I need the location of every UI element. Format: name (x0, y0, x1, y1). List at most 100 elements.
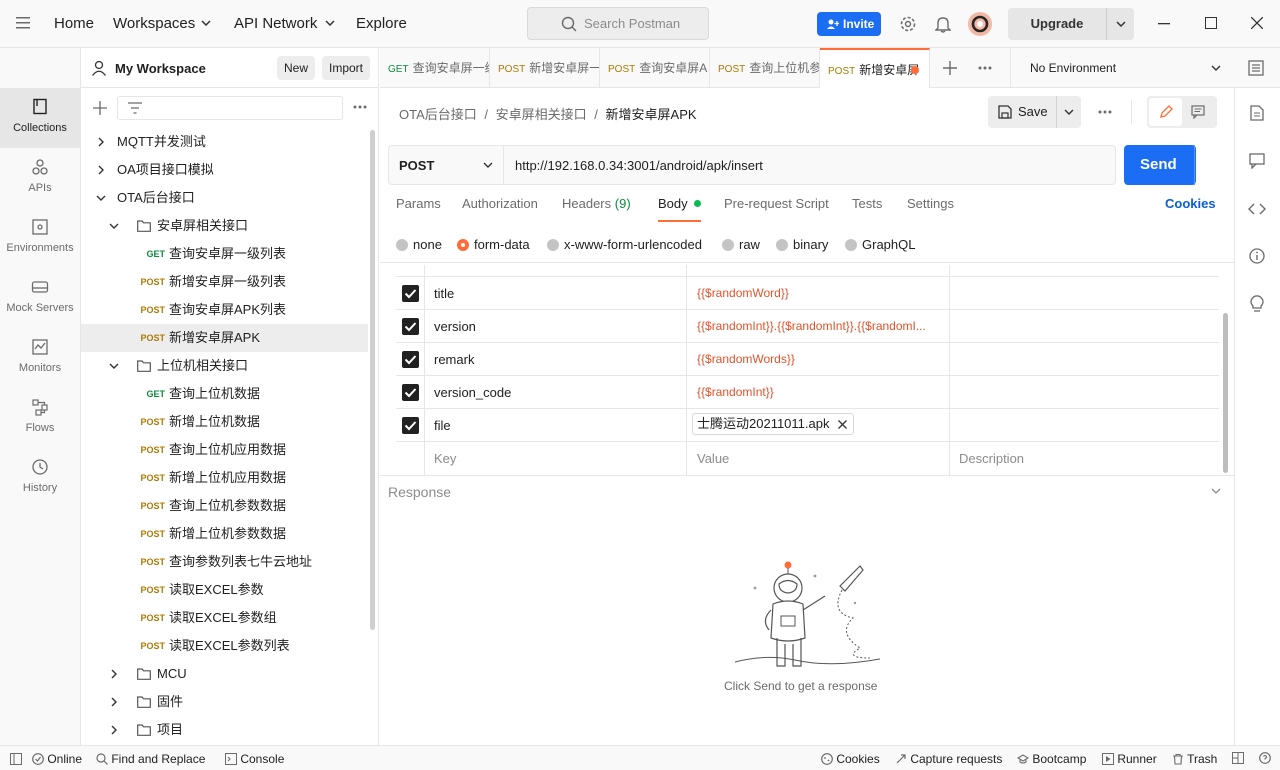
nav-workspaces[interactable]: Workspaces (113, 0, 195, 48)
description-placeholder[interactable]: Description (959, 442, 1199, 475)
key-cell[interactable]: version_code (434, 376, 674, 409)
description-cell[interactable] (959, 376, 1199, 409)
tree-folder-item[interactable]: 固件 (81, 688, 368, 716)
tree-request-item[interactable]: POST 查询上位机应用数据 (81, 436, 368, 464)
radio-binary[interactable]: binary (776, 237, 828, 252)
checkbox[interactable] (402, 384, 419, 401)
chevron-down-icon[interactable] (109, 221, 119, 231)
tree-request-item[interactable]: POST 新增上位机应用数据 (81, 464, 368, 492)
body-scrollbar[interactable] (1223, 313, 1228, 473)
chevron-down-icon[interactable] (1116, 21, 1126, 27)
tree-request-item[interactable]: POST 新增上位机数据 (81, 408, 368, 436)
key-cell[interactable]: file (434, 409, 674, 442)
nav-api-network[interactable]: API Network (234, 0, 317, 48)
tabs-more-icon[interactable] (978, 66, 992, 70)
chevron-down-icon[interactable] (1211, 488, 1221, 494)
radio-x-www-form-urlencoded[interactable]: x-www-form-urlencoded (547, 237, 702, 252)
breadcrumb-current[interactable]: 新增安卓屏APK (606, 107, 697, 122)
request-tab[interactable]: POST 查询安卓屏A (600, 48, 710, 88)
rail-collections[interactable]: Collections (0, 88, 80, 148)
toggle-sidebar-icon[interactable] (10, 753, 22, 765)
url-input[interactable]: http://192.168.0.34:3001/android/apk/ins… (515, 158, 763, 173)
rail-flows[interactable]: Flows (0, 388, 80, 448)
method-select[interactable]: POST (389, 146, 504, 184)
chevron-down-icon[interactable] (1064, 109, 1074, 115)
more-options-icon[interactable] (353, 105, 367, 109)
chevron-down-icon[interactable] (109, 361, 119, 371)
import-button[interactable]: Import (322, 56, 370, 80)
online-status[interactable]: Online (32, 751, 82, 767)
nav-explore[interactable]: Explore (356, 0, 407, 48)
cookies-button[interactable]: Cookies (821, 751, 880, 767)
tree-collection-item[interactable]: OA项目接口模拟 (81, 156, 368, 184)
sidebar-scrollbar[interactable] (370, 130, 375, 630)
chevron-right-icon[interactable] (96, 137, 106, 147)
layout-two-pane-icon[interactable] (1232, 752, 1244, 764)
tab-params[interactable]: Params (396, 196, 441, 222)
close-window-icon[interactable] (1251, 17, 1263, 29)
tree-request-item[interactable]: POST 查询参数列表七牛云地址 (81, 548, 368, 576)
tree-folder-item[interactable]: MCU (81, 660, 368, 688)
request-tab[interactable]: GET 查询安卓屏一级 (380, 48, 490, 88)
documentation-icon[interactable] (1250, 105, 1264, 121)
rail-history[interactable]: History (0, 448, 80, 508)
settings-gear-icon[interactable] (899, 15, 917, 33)
new-button[interactable]: New (277, 56, 315, 80)
tree-request-item[interactable]: POST 读取EXCEL参数 (81, 576, 368, 604)
key-cell[interactable]: version (434, 310, 674, 343)
add-collection-icon[interactable] (93, 101, 107, 115)
trash-button[interactable]: Trash (1172, 751, 1217, 767)
checkbox[interactable] (402, 285, 419, 302)
description-cell[interactable] (959, 409, 1199, 442)
rail-environments[interactable]: Environments (0, 208, 80, 268)
find-replace-button[interactable]: Find and Replace (96, 751, 205, 767)
tree-request-item[interactable]: POST 读取EXCEL参数列表 (81, 632, 368, 660)
tree-folder-item[interactable]: 项目 (81, 716, 368, 744)
minimize-icon[interactable] (1158, 23, 1170, 25)
tree-request-item[interactable]: GET 查询安卓屏一级列表 (81, 240, 368, 268)
upgrade-button[interactable]: Upgrade (1008, 8, 1134, 40)
chevron-down-icon[interactable] (96, 193, 106, 203)
info-icon[interactable] (1249, 248, 1265, 264)
code-icon[interactable] (1248, 202, 1266, 216)
checkbox[interactable] (402, 351, 419, 368)
tree-request-item[interactable]: POST 查询安卓屏APK列表 (81, 296, 368, 324)
save-button[interactable]: Save (988, 96, 1081, 128)
description-cell[interactable] (959, 343, 1199, 376)
comment-icon[interactable] (1191, 105, 1205, 119)
radio-graphql[interactable]: GraphQL (845, 237, 915, 252)
request-tab[interactable]: POST 新增安卓屏一 (490, 48, 600, 88)
tree-folder-item[interactable]: 上位机相关接口 (81, 352, 368, 380)
request-more-icon[interactable] (1098, 110, 1112, 114)
breadcrumb-collection[interactable]: OTA后台接口 (399, 107, 477, 122)
hamburger-menu-icon[interactable] (16, 17, 30, 29)
chevron-down-icon[interactable] (201, 20, 211, 26)
radio-raw[interactable]: raw (722, 237, 760, 252)
search-input[interactable]: Search Postman (527, 7, 709, 40)
tab-body[interactable]: Body (658, 196, 702, 222)
value-cell[interactable]: {{$randomWord}} (697, 277, 944, 310)
tree-folder-item[interactable]: 安卓屏相关接口 (81, 212, 368, 240)
console-button[interactable]: Console (225, 751, 284, 767)
remove-file-icon[interactable] (838, 420, 848, 429)
chevron-right-icon[interactable] (96, 165, 106, 175)
request-tab[interactable]: POST 查询上位机参 (710, 48, 820, 88)
rail-apis[interactable]: APIs (0, 148, 80, 208)
chevron-down-icon[interactable] (1202, 162, 1212, 168)
tree-request-item[interactable]: POST 新增安卓屏一级列表 (81, 268, 368, 296)
cookies-link[interactable]: Cookies (1165, 196, 1216, 222)
breadcrumb-folder[interactable]: 安卓屏相关接口 (496, 107, 587, 122)
file-chip[interactable]: 士腾运动20211011.apk (692, 413, 855, 435)
nav-home[interactable]: Home (54, 0, 94, 48)
send-button[interactable]: Send (1124, 145, 1212, 185)
new-tab-plus-icon[interactable] (943, 61, 957, 75)
invite-button[interactable]: Invite (817, 12, 881, 36)
maximize-icon[interactable] (1205, 17, 1217, 29)
radio-form-data[interactable]: form-data (457, 237, 530, 252)
chevron-right-icon[interactable] (109, 697, 119, 707)
tree-request-item[interactable]: POST 查询上位机参数数据 (81, 492, 368, 520)
tree-request-item[interactable]: POST 新增上位机参数数据 (81, 520, 368, 548)
lightbulb-icon[interactable] (1250, 295, 1264, 313)
tree-collection-item[interactable]: OTA后台接口 (81, 184, 368, 212)
key-placeholder[interactable]: Key (434, 442, 674, 475)
